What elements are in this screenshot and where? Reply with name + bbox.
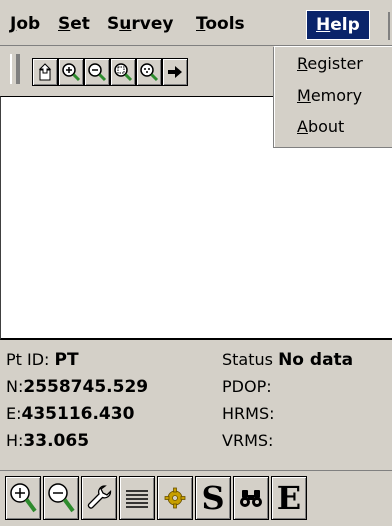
menu-item-about[interactable]: About [297,114,344,140]
northing-label: N: [6,377,24,396]
zoom-out-icon [48,483,75,513]
edit-button[interactable]: E [271,476,307,520]
zoom-extents-icon [140,63,159,82]
list-icon [126,490,148,508]
wrench-icon [87,485,112,509]
menu-item-memory[interactable]: Memory [297,83,362,109]
job-button[interactable] [32,58,58,86]
menubar-separator [388,12,390,40]
vrms-label: VRMS: [222,431,274,450]
job-icon [38,63,52,81]
gear-button[interactable] [157,476,193,520]
height-row: H:33.065 [6,431,89,451]
position-info-panel: Pt ID: PT N:2558745.529 E:435116.430 H:3… [0,342,392,460]
status-value: No data [278,350,354,370]
status-label: Status [222,350,273,369]
zoom-extents-button[interactable] [136,58,162,86]
bottom-zoom-out-button[interactable] [43,476,79,520]
edit-icon: E [276,479,302,517]
zoom-out-icon [88,63,107,82]
stakeout-button[interactable]: S [195,476,231,520]
height-label: H: [6,431,24,450]
toolbar-grip-edge [18,54,22,84]
menu-help[interactable]: Help [306,10,370,40]
pt-id-value: PT [54,350,79,370]
toolbar-grip[interactable] [10,54,18,84]
pdop-label: PDOP: [222,377,272,396]
easting-row: E:435116.430 [6,404,134,424]
gear-icon [164,487,186,509]
zoom-out-button[interactable] [84,58,110,86]
menu-item-register[interactable]: Register [297,51,363,77]
next-button[interactable] [162,58,188,86]
hrms-label: HRMS: [222,404,275,423]
menu-bar: Job Set Survey Tools Help [0,0,392,46]
menu-tools[interactable]: Tools [196,10,245,38]
northing-row: N:2558745.529 [6,377,148,397]
list-button[interactable] [119,476,155,520]
bottom-toolbar: S E [0,470,392,526]
binoculars-icon [240,490,262,507]
zoom-in-button[interactable] [58,58,84,86]
easting-value: 435116.430 [21,404,135,424]
easting-label: E: [6,404,22,423]
northing-value: 2558745.529 [23,377,149,397]
stakeout-icon: S [201,479,225,517]
settings-wrench-button[interactable] [81,476,117,520]
find-button[interactable] [233,476,269,520]
zoom-in-icon [10,483,37,513]
zoom-window-button[interactable] [110,58,136,86]
menu-job[interactable]: Job [10,10,40,38]
pt-id-label: Pt ID: [6,350,50,369]
height-value: 33.065 [23,431,90,451]
status-row: Status No data [222,350,353,370]
zoom-window-icon [114,63,133,82]
help-dropdown-menu: Register Memory About [274,46,392,147]
arrow-right-icon [168,66,182,78]
zoom-in-icon [62,63,81,82]
menu-set[interactable]: Set [58,10,90,38]
bottom-zoom-in-button[interactable] [5,476,41,520]
pt-id-row: Pt ID: PT [6,350,79,370]
menu-survey[interactable]: Survey [107,10,173,38]
